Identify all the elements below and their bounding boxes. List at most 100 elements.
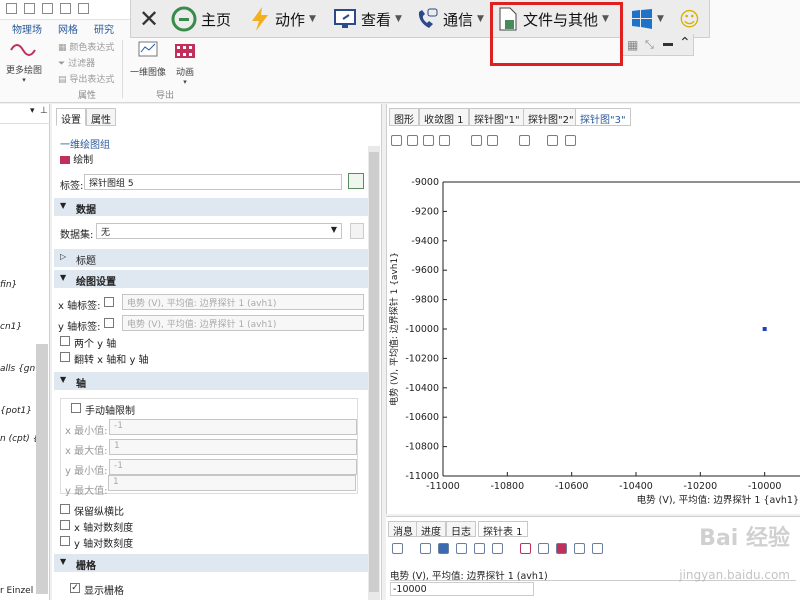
filter-button[interactable]: ⏷ 过滤器 <box>58 56 95 69</box>
section-title[interactable]: ▷ 标题 <box>54 249 368 267</box>
section-plot-settings[interactable]: ▼ 绘图设置 <box>54 270 368 288</box>
tab-probe-2[interactable]: 探针图"2" <box>523 108 579 126</box>
copy-table-icon[interactable] <box>574 543 585 554</box>
digits-icon[interactable] <box>420 543 431 554</box>
quick-access-toolbar <box>0 0 130 20</box>
x-log-label: x 轴对数刻度 <box>74 523 134 534</box>
table-color-icon[interactable] <box>556 543 567 554</box>
x-tick-label: -10200 <box>684 481 718 492</box>
flip-axes-checkbox[interactable] <box>60 352 70 362</box>
decimal-icon[interactable] <box>474 543 485 554</box>
grid-lines-icon[interactable] <box>471 135 482 146</box>
home-circle-icon <box>171 6 197 32</box>
tree-item[interactable]: alls {gn <box>0 364 35 374</box>
export-expr-button[interactable]: ▤ 导出表达式 <box>58 72 114 85</box>
probe-plot[interactable]: -9000 -9200 -9400 -9600 -9800 -10000 -10200 -10… <box>387 164 800 509</box>
dataset-goto-icon[interactable] <box>350 223 364 239</box>
label-edit-icon[interactable] <box>348 173 364 189</box>
data-point[interactable] <box>762 327 767 331</box>
qat-redo-icon[interactable] <box>42 3 53 14</box>
tab-settings[interactable]: 设置 <box>56 108 86 126</box>
tree-item[interactable]: r Einzel <box>0 586 33 596</box>
chevron-down-icon[interactable]: ▾ <box>30 106 35 116</box>
home-button[interactable]: 主页 <box>171 0 231 38</box>
show-grid-checkbox[interactable]: ✓ <box>70 583 80 593</box>
decimal-2-icon[interactable] <box>492 543 503 554</box>
settings-scrollbar-thumb[interactable] <box>369 152 379 592</box>
manual-limits-checkbox[interactable] <box>71 403 81 413</box>
lock-icon[interactable] <box>519 135 530 146</box>
x-min-input[interactable]: -1 <box>109 419 357 435</box>
y-log-checkbox[interactable] <box>60 536 70 546</box>
y-label-checkbox[interactable] <box>104 318 114 328</box>
export-table-icon[interactable] <box>592 543 603 554</box>
pin-icon[interactable]: ⊥ <box>40 106 48 116</box>
table-icon[interactable] <box>487 135 498 146</box>
tab-log[interactable]: 日志 <box>446 521 476 538</box>
color-expr-button[interactable]: ▦ 颜色表达式 <box>58 40 114 53</box>
section-grid[interactable]: ▼ 栅格 <box>54 554 368 572</box>
close-button[interactable]: ✕ <box>139 0 159 38</box>
qat-copy-icon[interactable] <box>60 3 71 14</box>
keep-aspect-checkbox[interactable] <box>60 504 70 514</box>
y-max-input[interactable]: 1 <box>108 475 356 491</box>
x-label-input[interactable]: 电势 (V), 平均值: 边界探针 1 (avh1) <box>122 294 364 310</box>
expand-icon: ▷ <box>60 252 67 261</box>
view-label: 查看 <box>361 10 392 29</box>
zoom-box-icon[interactable] <box>423 135 434 146</box>
tab-properties[interactable]: 属性 <box>86 108 116 126</box>
zoom-in-icon[interactable] <box>391 135 402 146</box>
windows-menu[interactable]: ▼ <box>631 0 664 38</box>
label-input[interactable]: 探针图组 5 <box>84 174 342 190</box>
camera-icon[interactable] <box>547 135 558 146</box>
tree-item[interactable]: cn1} <box>0 322 22 332</box>
ribbon-tab-physics[interactable]: 物理场 <box>12 21 42 36</box>
view-menu[interactable]: 查看 ▼ <box>333 0 402 38</box>
auto-icon[interactable] <box>438 543 449 554</box>
section-axis[interactable]: ▼ 轴 <box>54 372 368 390</box>
x-log-checkbox[interactable] <box>60 520 70 530</box>
delete-icon[interactable] <box>538 543 549 554</box>
tree-scrollbar[interactable] <box>36 344 48 594</box>
zoom-out-icon[interactable] <box>407 135 418 146</box>
tab-probe-table[interactable]: 探针表 1 <box>478 521 528 538</box>
tab-progress[interactable]: 进度 <box>416 521 446 538</box>
tab-graphics[interactable]: 图形 <box>389 108 419 126</box>
qat-undo-icon[interactable] <box>24 3 35 14</box>
precision-icon[interactable] <box>456 543 467 554</box>
actions-menu[interactable]: 动作 ▼ <box>249 0 316 38</box>
ribbon-tab-mesh[interactable]: 网格 <box>58 21 78 36</box>
minimize-icon[interactable] <box>663 43 673 46</box>
brush-icon[interactable] <box>520 543 531 554</box>
x-label-checkbox[interactable] <box>104 297 114 307</box>
film-strip-icon <box>175 44 195 58</box>
grid-icon[interactable]: ▦ <box>627 38 638 52</box>
tab-probe-3[interactable]: 探针图"3" <box>575 108 631 126</box>
qat-extra-icon[interactable] <box>78 3 89 14</box>
tree-item[interactable]: fin} <box>0 280 17 290</box>
dataset-select[interactable]: 无 ▼ <box>96 223 342 239</box>
collapse-up-icon[interactable]: ⌃ <box>679 35 691 51</box>
tree-item[interactable]: {pot1} <box>0 406 32 416</box>
image-1d-button[interactable]: 一维图像 <box>128 40 168 78</box>
table-format-icon[interactable] <box>392 543 403 554</box>
flip-axes-label: 翻转 x 轴和 y 轴 <box>74 355 149 366</box>
y-min-input[interactable]: -1 <box>109 459 357 475</box>
two-y-checkbox[interactable] <box>60 336 70 346</box>
more-plots-button[interactable]: 更多绘图 ▾ <box>4 40 44 84</box>
y-label-input[interactable]: 电势 (V), 平均值: 边界探针 1 (avh1) <box>122 315 364 331</box>
tab-probe-1[interactable]: 探针图"1" <box>469 108 525 126</box>
plot-button[interactable]: 绘制 <box>60 151 93 166</box>
shrink-icon[interactable]: ⤡ <box>645 38 654 52</box>
comm-menu[interactable]: 通信 ▼ <box>415 0 484 38</box>
section-data[interactable]: ▼ 数据 <box>54 198 368 216</box>
ribbon-tab-study[interactable]: 研究 <box>94 21 114 36</box>
zoom-extents-icon[interactable] <box>439 135 450 146</box>
animation-button[interactable]: 动画 ▾ <box>168 40 202 86</box>
smiley-button[interactable]: ☺ <box>679 0 700 38</box>
qat-save-icon[interactable] <box>6 3 17 14</box>
x-max-input[interactable]: 1 <box>109 439 357 455</box>
print-icon[interactable] <box>565 135 576 146</box>
tab-messages[interactable]: 消息 <box>388 521 418 538</box>
tab-convergence[interactable]: 收敛图 1 <box>419 108 469 126</box>
